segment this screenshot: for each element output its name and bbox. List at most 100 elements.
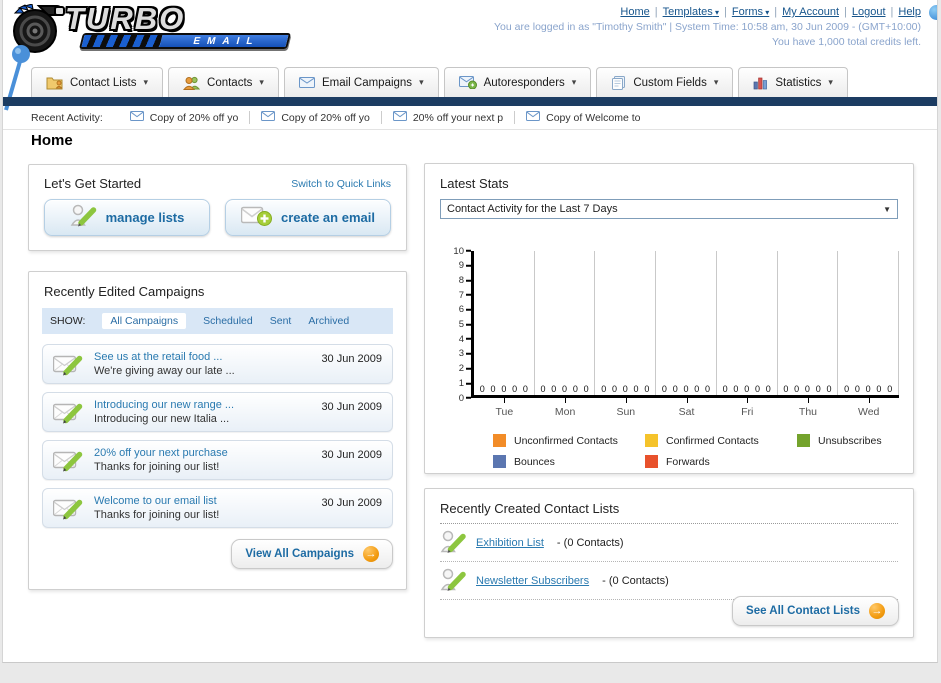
contact-lists-panel: Recently Created Contact Lists Exhibitio… [424, 488, 914, 638]
campaign-date: 30 Jun 2009 [321, 449, 382, 461]
filter-sent[interactable]: Sent [270, 315, 292, 327]
turbo-email-logo: TURBO EMAIL [11, 1, 291, 61]
chart-value: 0 [865, 384, 871, 394]
chart-value: 0 [694, 384, 700, 394]
manage-lists-button[interactable]: manage lists [44, 199, 210, 236]
view-all-campaigns-button[interactable]: View All Campaigns → [231, 539, 393, 569]
campaign-filter-bar: SHOW: All Campaigns Scheduled Sent Archived [42, 308, 393, 334]
contact-lists-folder-icon [46, 76, 63, 90]
chevron-down-icon: ▾ [571, 77, 577, 87]
contact-list-link[interactable]: Newsletter Subscribers [476, 575, 589, 587]
arrow-right-icon: → [363, 546, 379, 562]
legend-entry: Unconfirmed Contacts [493, 434, 645, 447]
chart-value: 0 [633, 384, 639, 394]
get-started-title: Let's Get Started [44, 176, 142, 191]
recent-activity-link[interactable]: Copy of 20% off yo [150, 112, 239, 124]
y-axis-tick: 5 [459, 320, 471, 330]
chevron-down-icon: ▾ [713, 77, 719, 87]
campaign-item[interactable]: See us at the retail food ... We're givin… [42, 344, 393, 384]
tab-statistics[interactable]: Statistics ▾ [738, 67, 848, 97]
person-edit-icon [440, 529, 466, 556]
see-all-contact-lists-button[interactable]: See All Contact Lists → [732, 596, 899, 626]
email-campaigns-envelope-icon [298, 77, 315, 88]
header-link-my-account[interactable]: My Account [782, 6, 839, 18]
header-link-forms[interactable]: Forms ▾ [732, 6, 769, 18]
legend-swatch [645, 455, 658, 468]
campaign-title-link[interactable]: Welcome to our email list [94, 494, 311, 508]
manage-lists-label: manage lists [105, 210, 185, 225]
view-all-campaigns-label: View All Campaigns [245, 548, 354, 560]
recent-activity-item: 20% off your next p [380, 111, 514, 124]
arrow-right-icon: → [869, 603, 885, 619]
legend-swatch [493, 434, 506, 447]
chart-value: 0 [783, 384, 789, 394]
chart-value: 0 [722, 384, 728, 394]
manage-lists-icon [70, 203, 97, 232]
x-axis-label: Sun [595, 398, 656, 418]
tab-custom-fields[interactable]: Custom Fields ▾ [596, 67, 734, 97]
chart-value: 0 [644, 384, 650, 394]
campaign-title-link[interactable]: Introducing our new range ... [94, 398, 311, 412]
y-axis-tick: 6 [459, 305, 471, 315]
tab-contacts[interactable]: Contacts ▾ [168, 67, 279, 97]
see-all-contact-lists-label: See All Contact Lists [746, 605, 860, 617]
chart-day-column: 00000 [474, 251, 535, 395]
chart-value: 0 [804, 384, 810, 394]
chart-x-labels: Tue Mon Sun Sat Fri Thu Wed [474, 398, 899, 418]
campaigns-panel: Recently Edited Campaigns SHOW: All Camp… [28, 271, 407, 590]
chart-value: 0 [540, 384, 546, 394]
header-link-templates[interactable]: Templates ▾ [663, 6, 719, 18]
chart-value-labels: 00000 [778, 384, 838, 394]
campaign-item[interactable]: 20% off your next purchase Thanks for joi… [42, 440, 393, 480]
tab-email-campaigns[interactable]: Email Campaigns ▾ [283, 67, 439, 97]
stats-period-select[interactable]: Contact Activity for the Last 7 Days ▼ [440, 199, 898, 219]
header-link-help[interactable]: Help [898, 6, 921, 18]
campaign-item[interactable]: Introducing our new range ... Introducing… [42, 392, 393, 432]
contact-list-count: - (0 Contacts) [553, 536, 624, 549]
chart-value: 0 [705, 384, 711, 394]
envelope-edit-icon [53, 447, 84, 474]
y-axis-tick: 10 [453, 246, 471, 256]
contact-list-count: - (0 Contacts) [599, 574, 669, 587]
chart-value: 0 [522, 384, 528, 394]
credits-status: You have 1,000 total credits left. [771, 36, 921, 48]
x-axis-label: Sat [656, 398, 717, 418]
recent-activity-link[interactable]: Copy of Welcome to [546, 112, 640, 124]
campaign-title-link[interactable]: 20% off your next purchase [94, 446, 311, 460]
chart-value: 0 [826, 384, 832, 394]
switch-quick-links-link[interactable]: Switch to Quick Links [291, 178, 391, 190]
contact-list-link[interactable]: Exhibition List [476, 537, 544, 549]
campaign-item[interactable]: Welcome to our email list Thanks for join… [42, 488, 393, 528]
chevron-down-icon: ▾ [712, 8, 719, 17]
recent-activity-link[interactable]: Copy of 20% off yo [281, 112, 370, 124]
logo-banner: EMAIL [79, 33, 291, 49]
filter-archived[interactable]: Archived [308, 315, 349, 327]
legend-swatch [645, 434, 658, 447]
create-email-button[interactable]: create an email [225, 199, 391, 236]
statistics-bars-icon [753, 76, 768, 90]
filter-scheduled[interactable]: Scheduled [203, 315, 253, 327]
header-link-logout[interactable]: Logout [852, 6, 886, 18]
chart-value: 0 [815, 384, 821, 394]
legend-entry: Confirmed Contacts [645, 434, 797, 447]
campaign-title-link[interactable]: See us at the retail food ... [94, 350, 311, 364]
custom-fields-pages-icon [611, 75, 626, 90]
turbo-icon [11, 3, 69, 61]
logo-title: TURBO [65, 1, 186, 36]
main-page: TURBO EMAIL Home | Templates ▾ | Forms ▾ | My … [2, 0, 938, 663]
chart-value: 0 [744, 384, 750, 394]
x-axis-label: Fri [717, 398, 778, 418]
legend-entry: Bounces [493, 455, 645, 468]
filter-all-campaigns[interactable]: All Campaigns [102, 313, 187, 329]
help-bubble-icon[interactable] [929, 5, 937, 20]
create-email-icon [240, 205, 273, 230]
y-axis-tick: 3 [459, 349, 471, 359]
get-started-panel: Let's Get Started Switch to Quick Links … [28, 164, 407, 251]
recent-activity-link[interactable]: 20% off your next p [413, 112, 503, 124]
campaign-filters: All Campaigns Scheduled Sent Archived [102, 313, 349, 329]
tab-contact-lists[interactable]: Contact Lists ▾ [31, 67, 164, 97]
header-link-home[interactable]: Home [620, 6, 649, 18]
tab-autoresponders[interactable]: Autoresponders ▾ [443, 67, 592, 97]
chart-legend: Unconfirmed Contacts Confirmed Contacts Un… [493, 434, 899, 468]
latest-stats-title: Latest Stats [440, 176, 509, 191]
